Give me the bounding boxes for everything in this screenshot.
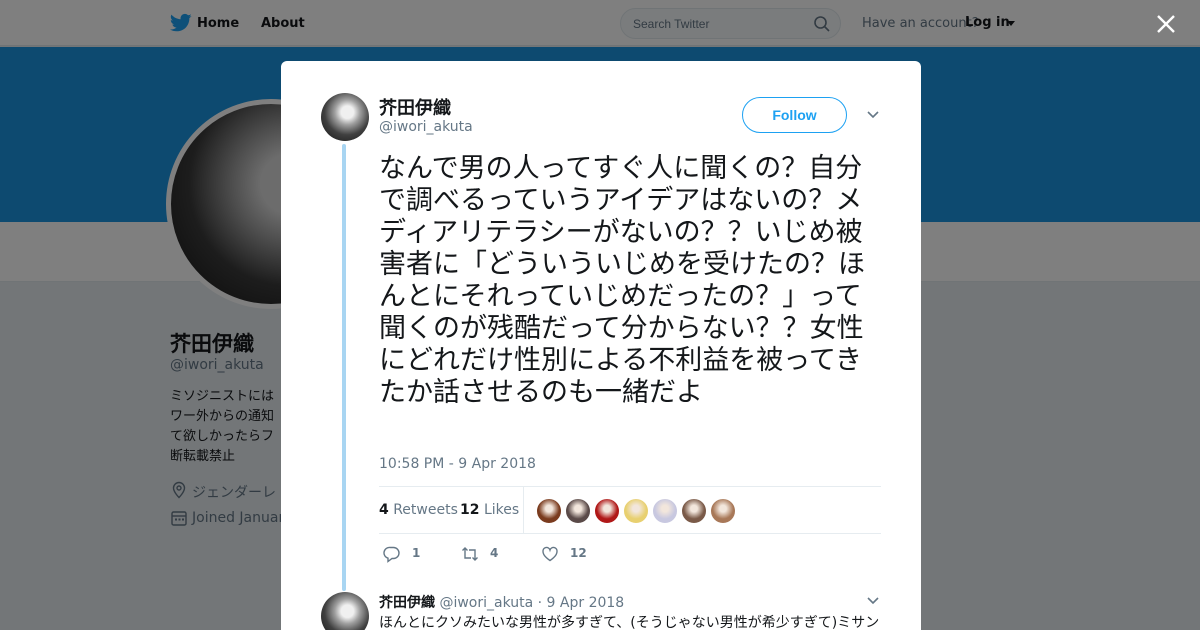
tweet-text: なんで男の人ってすぐ人に聞くの？自分で調べるっていうアイデアはないの？メディアリ…	[379, 153, 865, 408]
chevron-down-icon[interactable]	[866, 595, 880, 607]
reply-icon	[383, 546, 400, 563]
tweet-modal: 芥田伊織 @iwori_akuta Follow なんで男の人ってすぐ人に聞くの…	[281, 61, 921, 630]
follow-button[interactable]: Follow	[742, 97, 847, 133]
reply-header: 芥田伊織 @iwori_akuta · 9 Apr 2018	[379, 592, 624, 612]
retweets-count: 4	[379, 502, 389, 518]
tweet-author-name[interactable]: 芥田伊織	[379, 94, 451, 120]
retweet-count: 4	[490, 546, 499, 560]
retweets-stat[interactable]: 4 Retweets	[379, 502, 458, 518]
liker-avatar[interactable]	[594, 498, 620, 524]
avatar[interactable]	[321, 93, 369, 141]
tweet-timestamp[interactable]: 10:58 PM - 9 Apr 2018	[379, 456, 536, 472]
chevron-down-icon[interactable]	[866, 109, 880, 121]
tweet-actions: 1 4 12	[379, 544, 679, 566]
thread-connector-line	[342, 144, 346, 591]
likes-label: Likes	[483, 502, 520, 518]
retweets-label: Retweets	[393, 502, 458, 518]
liker-avatar[interactable]	[710, 498, 736, 524]
tweet-author-handle[interactable]: @iwori_akuta	[379, 119, 473, 135]
retweet-icon	[462, 547, 478, 561]
close-icon[interactable]	[1154, 12, 1178, 36]
likes-stat[interactable]: 12 Likes	[460, 502, 519, 518]
reply-author-handle[interactable]: @iwori_akuta	[439, 595, 533, 611]
reply-author-name[interactable]: 芥田伊織	[379, 595, 435, 611]
heart-icon	[542, 546, 558, 562]
reply-date[interactable]: · 9 Apr 2018	[538, 595, 625, 611]
reply-text: ほんとにクソみたいな男性が多すぎて、(そうじゃない男性が希少すぎて)ミサン	[379, 615, 879, 630]
avatar[interactable]	[321, 592, 369, 630]
liker-avatar[interactable]	[536, 498, 562, 524]
tweet-stats: 4 Retweets 12 Likes	[379, 486, 881, 534]
liker-avatar[interactable]	[565, 498, 591, 524]
reply-count: 1	[412, 546, 421, 560]
like-count: 12	[570, 546, 587, 560]
liker-avatar[interactable]	[652, 498, 678, 524]
liker-avatar[interactable]	[681, 498, 707, 524]
stats-divider	[523, 487, 524, 533]
liker-avatar[interactable]	[623, 498, 649, 524]
likes-count: 12	[460, 502, 480, 518]
